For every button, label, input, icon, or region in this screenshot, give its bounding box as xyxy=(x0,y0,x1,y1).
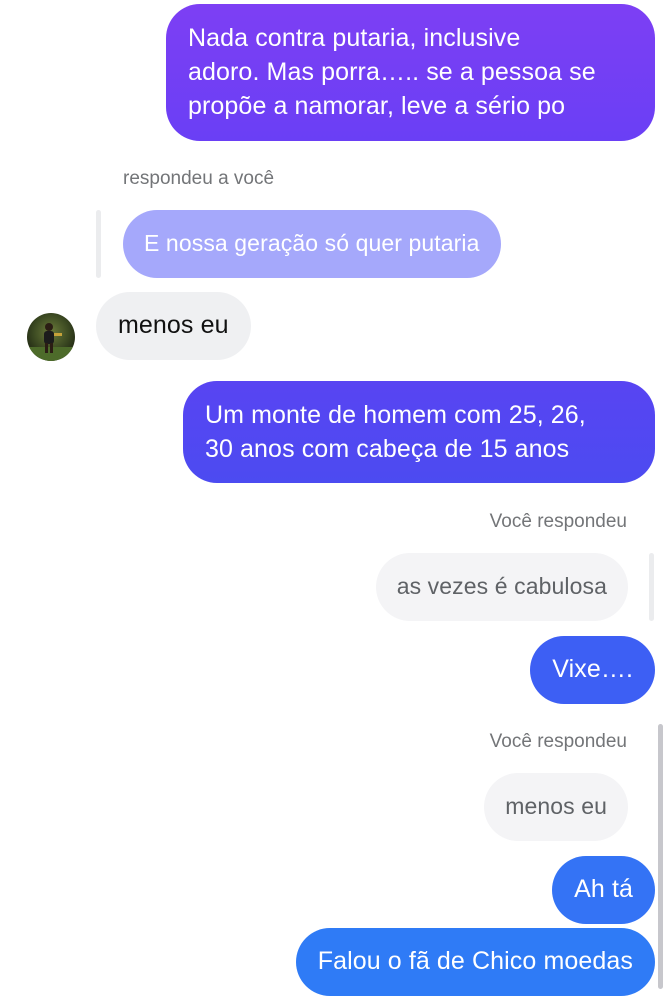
contact-avatar[interactable] xyxy=(27,313,75,361)
chat-thread: Nada contra putaria, inclusive adoro. Ma… xyxy=(0,0,669,1000)
sent-message-bubble[interactable]: Um monte de homem com 25, 26, 30 anos co… xyxy=(183,381,655,483)
sent-message-bubble[interactable]: Nada contra putaria, inclusive adoro. Ma… xyxy=(166,4,655,141)
reply-quote-bar xyxy=(96,210,101,278)
sent-message-bubble[interactable]: Falou o fã de Chico moedas xyxy=(295,928,655,996)
quoted-message-bubble[interactable]: as vezes é cabulosa xyxy=(375,553,628,621)
sent-message-bubble[interactable]: Vixe…. xyxy=(530,636,655,704)
message-text: Vixe…. xyxy=(552,655,633,683)
message-text: Falou o fã de Chico moedas xyxy=(317,947,633,975)
quoted-message-text: menos eu xyxy=(505,793,607,819)
reply-label: Você respondeu xyxy=(489,731,627,752)
message-line: Um monte de homem com 25, 26, xyxy=(205,401,586,429)
user-avatar-photo-icon xyxy=(27,313,75,361)
scrollbar[interactable] xyxy=(658,724,663,989)
reply-quote-bar xyxy=(649,553,654,621)
quoted-message-bubble[interactable]: E nossa geração só quer putaria xyxy=(123,210,501,278)
message-text: menos eu xyxy=(118,311,229,339)
reply-label: respondeu a você xyxy=(123,168,275,189)
message-line: 30 anos com cabeça de 15 anos xyxy=(205,435,570,463)
message-line: propõe a namorar, leve a sério po xyxy=(188,92,566,120)
reply-label: Você respondeu xyxy=(489,511,627,532)
received-message-bubble[interactable]: menos eu xyxy=(96,292,251,360)
quoted-message-text: E nossa geração só quer putaria xyxy=(144,230,480,256)
message-line: Nada contra putaria, inclusive xyxy=(188,24,521,52)
quoted-message-bubble[interactable]: menos eu xyxy=(484,773,628,841)
sent-message-bubble[interactable]: Ah tá xyxy=(552,856,655,924)
message-line: adoro. Mas porra….. se a pessoa se xyxy=(188,58,596,86)
quoted-message-text: as vezes é cabulosa xyxy=(396,573,607,599)
message-text: Ah tá xyxy=(574,875,633,903)
